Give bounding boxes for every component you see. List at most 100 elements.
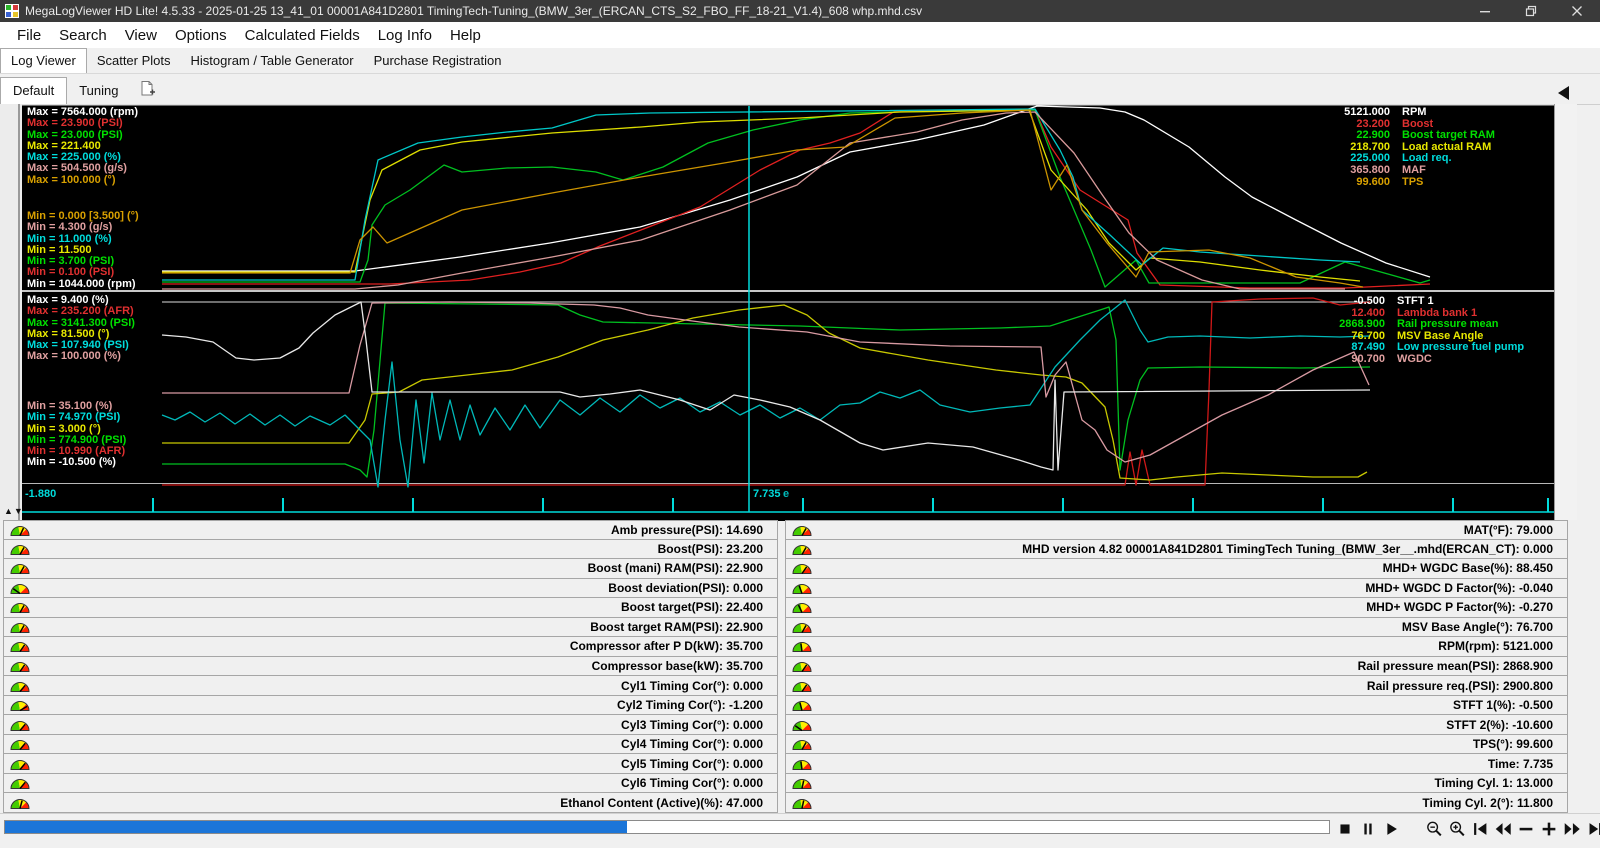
fast-forward-button[interactable] (1560, 816, 1583, 842)
gauge-row[interactable]: STFT 1(%): -0.500 (785, 695, 1568, 716)
view-tab-tuning[interactable]: Tuning (67, 78, 130, 104)
menu-file[interactable]: File (8, 27, 50, 44)
legend-entry: 218.700Load actual RAM (1290, 142, 1495, 154)
gauge-dial-icon (791, 523, 813, 537)
gauge-column-left: Amb pressure(PSI): 14.690 Boost(PSI): 23.… (3, 520, 778, 813)
tab-histogram-table-generator[interactable]: Histogram / Table Generator (181, 49, 364, 73)
gauge-row[interactable]: MHD+ WGDC Base(%): 88.450 (785, 558, 1568, 579)
gauge-row[interactable]: Rail pressure mean(PSI): 2868.900 (785, 656, 1568, 677)
gauge-row[interactable]: Boost target RAM(PSI): 22.900 (3, 617, 778, 638)
gauge-row[interactable]: MAT(°F): 79.000 (785, 520, 1568, 540)
menu-search[interactable]: Search (50, 27, 116, 44)
gauge-label: MHD version 4.82 00001A841D2801 TimingTe… (813, 542, 1567, 556)
gauge-row[interactable]: Boost target(PSI): 22.400 (3, 597, 778, 618)
gauge-row[interactable]: TPS(°): 99.600 (785, 734, 1568, 755)
gauge-row[interactable]: Time: 7.735 (785, 753, 1568, 774)
gauge-row[interactable]: Amb pressure(PSI): 14.690 (3, 520, 778, 540)
gauge-label: RPM(rpm): 5121.000 (813, 639, 1567, 653)
tab-scatter-plots[interactable]: Scatter Plots (87, 49, 181, 73)
go-start-button[interactable] (1468, 816, 1491, 842)
gauge-row[interactable]: Compressor after P D(kW): 35.700 (3, 636, 778, 657)
menu-options[interactable]: Options (166, 27, 236, 44)
gauge-label: Rail pressure req.(PSI): 2900.800 (813, 679, 1567, 693)
view-tab-bar: DefaultTuning (0, 74, 1600, 105)
menu-view[interactable]: View (116, 27, 166, 44)
gauge-row[interactable]: Boost deviation(PSI): 0.000 (3, 578, 778, 599)
minimize-button[interactable] (1462, 0, 1508, 22)
legend-entry: 90.700 WGDC (1240, 354, 1524, 366)
gauge-label: Cyl6 Timing Cor(°): 0.000 (31, 776, 777, 790)
gauge-row[interactable]: Cyl5 Timing Cor(°): 0.000 (3, 753, 778, 774)
legend-entry: 5121.000RPM (1290, 107, 1495, 119)
gauge-dial-icon (791, 776, 813, 790)
panel1-legend: 5121.000RPM23.200Boost22.900Boost target… (1290, 107, 1495, 188)
legend-entry: 99.600TPS (1290, 177, 1495, 189)
tab-log-viewer[interactable]: Log Viewer (0, 48, 87, 73)
zoom-in-button[interactable] (1445, 816, 1468, 842)
menu-log-info[interactable]: Log Info (369, 27, 441, 44)
gauge-row[interactable]: Compressor base(kW): 35.700 (3, 656, 778, 677)
gauge-label: TPS(°): 99.600 (813, 737, 1567, 751)
gauge-label: Compressor after P D(kW): 35.700 (31, 639, 777, 653)
gauge-dial-icon (9, 679, 31, 693)
gauge-dial-icon (9, 639, 31, 653)
gauge-dial-icon (791, 561, 813, 575)
gauge-dial-icon (791, 600, 813, 614)
new-view-icon[interactable] (138, 80, 156, 101)
gauge-row[interactable]: MSV Base Angle(°): 76.700 (785, 617, 1568, 638)
gauge-label: MHD+ WGDC Base(%): 88.450 (813, 561, 1567, 575)
gauge-label: Rail pressure mean(PSI): 2868.900 (813, 659, 1567, 673)
play-button[interactable] (1379, 816, 1402, 842)
gauge-row[interactable]: Timing Cyl. 1: 13.000 (785, 773, 1568, 794)
step-plus-button[interactable] (1537, 816, 1560, 842)
gauge-row[interactable]: MHD version 4.82 00001A841D2801 TimingTe… (785, 539, 1568, 560)
gauge-row[interactable]: Ethanol Content (Active)(%): 47.000 (3, 792, 778, 813)
chart-right-scrollbar[interactable] (1554, 104, 1577, 520)
gauge-dial-icon (791, 581, 813, 595)
menu-calculated-fields[interactable]: Calculated Fields (236, 27, 369, 44)
gauge-row[interactable]: MHD+ WGDC P Factor(%): -0.270 (785, 597, 1568, 618)
gauge-label: Cyl3 Timing Cor(°): 0.000 (31, 718, 777, 732)
fast-rewind-button[interactable] (1491, 816, 1514, 842)
gauge-label: Boost(PSI): 23.200 (31, 542, 777, 556)
series-range-label: Max = 100.000 (%) (27, 351, 135, 362)
menu-help[interactable]: Help (441, 27, 490, 44)
gauge-label: STFT 1(%): -0.500 (813, 698, 1567, 712)
gauge-row[interactable]: Timing Cyl. 2(°): 11.800 (785, 792, 1568, 813)
gauge-row[interactable]: Cyl2 Timing Cor(°): -1.200 (3, 695, 778, 716)
gauge-row[interactable]: Cyl6 Timing Cor(°): 0.000 (3, 773, 778, 794)
series-range-label: Min = 1044.000 (rpm) (27, 279, 139, 290)
gauge-row[interactable]: STFT 2(%): -10.600 (785, 714, 1568, 735)
title-bar: MegaLogViewer HD Lite! 4.5.33 - 2025-01-… (0, 0, 1600, 22)
view-tab-default[interactable]: Default (0, 77, 67, 104)
zoom-out-button[interactable] (1422, 816, 1445, 842)
gauge-row[interactable]: Rail pressure req.(PSI): 2900.800 (785, 675, 1568, 696)
stop-button[interactable] (1333, 816, 1356, 842)
go-end-button[interactable] (1583, 816, 1600, 842)
collapse-panel-arrow-icon[interactable] (1558, 86, 1569, 100)
gauge-dial-icon (9, 659, 31, 673)
gauge-row[interactable]: MHD+ WGDC D Factor(%): -0.040 (785, 578, 1568, 599)
gauge-dial-icon (9, 698, 31, 712)
legend-label: WGDC (1397, 354, 1432, 366)
gauge-row[interactable]: Cyl3 Timing Cor(°): 0.000 (3, 714, 778, 735)
step-minus-button[interactable] (1514, 816, 1537, 842)
series-boost (162, 110, 1430, 288)
gauge-row[interactable]: Cyl4 Timing Cor(°): 0.000 (3, 734, 778, 755)
series-range-label: Min = 74.970 (PSI) (27, 412, 126, 423)
legend-entry: 365.800MAF (1290, 165, 1495, 177)
close-button[interactable] (1554, 0, 1600, 22)
gauge-row[interactable]: Boost(PSI): 23.200 (3, 539, 778, 560)
panel1-max-labels: Max = 7564.000 (rpm)Max = 23.900 (PSI)Ma… (27, 107, 138, 186)
maximize-button[interactable] (1508, 0, 1554, 22)
gauge-row[interactable]: Cyl1 Timing Cor(°): 0.000 (3, 675, 778, 696)
tab-purchase-registration[interactable]: Purchase Registration (364, 49, 512, 73)
playback-progress-bar[interactable] (4, 820, 1330, 834)
gauge-row[interactable]: Boost (mani) RAM(PSI): 22.900 (3, 558, 778, 579)
gauge-row[interactable]: RPM(rpm): 5121.000 (785, 636, 1568, 657)
legend-value: 90.700 (1240, 354, 1385, 366)
axis-start-time: -1.880 (25, 488, 56, 500)
pan-arrows-icon[interactable]: ▲▼ (4, 506, 24, 516)
series-stft1 (162, 302, 1370, 470)
pause-button[interactable] (1356, 816, 1379, 842)
